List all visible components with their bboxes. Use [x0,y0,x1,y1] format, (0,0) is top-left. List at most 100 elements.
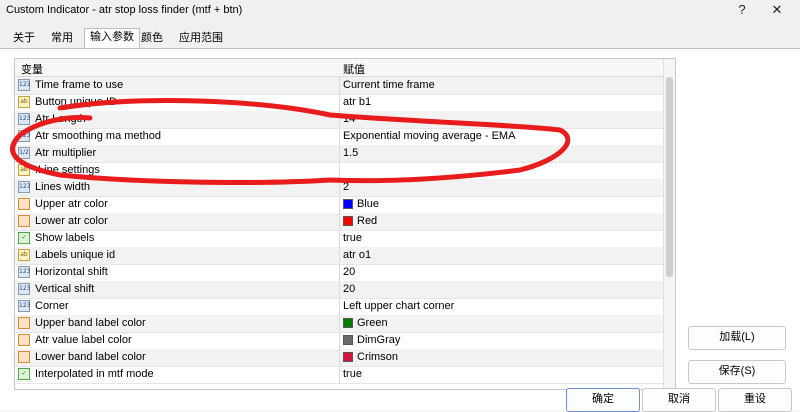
variable-cell: 123 Atr smoothing ma method [15,128,340,145]
value-text: atr b1 [343,96,372,108]
table-row[interactable]: 123 Atr Length 14 [15,111,663,129]
value-cell[interactable]: Green [340,315,663,332]
table-row[interactable]: Lower band label color Crimson [15,349,663,367]
variable-cell: ab Button unique ID [15,94,340,111]
vertical-scrollbar[interactable] [663,59,675,389]
variable-name: Atr multiplier [35,147,97,159]
variable-name: Show labels [35,232,95,244]
table-row[interactable]: 123 Time frame to use Current time frame [15,77,663,95]
value-cell[interactable]: true [340,366,663,383]
table-row[interactable]: Atr value label color DimGray [15,332,663,350]
value-text: 20 [343,283,356,295]
tab-colors[interactable]: 颜色 [136,30,168,47]
number-type-icon: 123 [18,130,30,142]
table-row[interactable]: 1/2 Atr multiplier 1.5 [15,145,663,163]
value-text: Current time frame [343,79,435,91]
bool-type-icon: ✓ [18,232,30,244]
variable-name: Atr value label color [35,334,132,346]
color-swatch [343,199,353,209]
variable-name: Corner [35,300,69,312]
column-header-value: 赋值 [343,64,365,76]
tab-about[interactable]: 关于 [8,30,40,47]
variable-name: Atr smoothing ma method [35,130,161,142]
value-cell[interactable]: Red [340,213,663,230]
load-button[interactable]: 加载(L) [688,326,786,350]
value-text: Red [357,215,378,227]
value-cell[interactable]: atr b1 [340,94,663,111]
color-swatch [343,216,353,226]
value-text: atr o1 [343,249,372,261]
grid-header: 变量 赋值 [15,59,663,77]
color-type-icon [18,215,30,227]
value-cell[interactable]: 1.5 [340,145,663,162]
value-text: 14 [343,113,356,125]
variable-name: Atr Length [35,113,86,125]
value-cell[interactable]: 14 [340,111,663,128]
title-bar: Custom Indicator - atr stop loss finder … [0,0,800,22]
value-cell[interactable]: Left upper chart corner [340,298,663,315]
table-row[interactable]: Lower atr color Red [15,213,663,231]
close-icon[interactable]: ✕ [754,0,800,22]
table-row[interactable]: ab .Line settings [15,162,663,180]
color-swatch [343,352,353,362]
value-cell[interactable]: 20 [340,281,663,298]
variable-cell: ✓ Interpolated in mtf mode [15,366,340,383]
variable-name: Time frame to use [35,79,124,91]
table-row[interactable]: Upper band label color Green [15,315,663,333]
value-cell[interactable]: atr o1 [340,247,663,264]
variable-name: Upper band label color [35,317,146,329]
table-row[interactable]: 123 Lines width 2 [15,179,663,197]
variable-cell: ab .Line settings [15,162,340,179]
value-cell[interactable]: true [340,230,663,247]
value-cell[interactable]: Exponential moving average - EMA [340,128,663,145]
value-text: true [343,232,362,244]
scrollbar-thumb[interactable] [666,77,673,277]
save-button[interactable]: 保存(S) [688,360,786,384]
variable-name: Lower atr color [35,215,108,227]
value-cell[interactable] [340,162,663,179]
variable-name: Vertical shift [35,283,95,295]
parameters-grid: 变量 赋值 123 Time frame to use Current time f… [14,58,676,390]
number-type-icon: 123 [18,79,30,91]
value-text: Exponential moving average - EMA [343,130,516,142]
number-type-icon: 123 [18,113,30,125]
table-row[interactable]: 123 Atr smoothing ma method Exponential mo… [15,128,663,146]
value-cell[interactable]: 20 [340,264,663,281]
value-text: DimGray [357,334,401,346]
column-header-variable: 变量 [21,64,43,76]
table-row[interactable]: ab Labels unique id atr o1 [15,247,663,265]
value-cell[interactable]: 2 [340,179,663,196]
reset-button[interactable]: 重设 [718,388,792,412]
table-row[interactable]: Upper atr color Blue [15,196,663,214]
variable-cell: 123 Horizontal shift [15,264,340,281]
tab-visualization[interactable]: 应用范围 [174,30,228,47]
value-cell[interactable]: Crimson [340,349,663,366]
tab-common[interactable]: 常用 [46,30,78,47]
value-cell[interactable]: Blue [340,196,663,213]
window-title: Custom Indicator - atr stop loss finder … [6,4,243,16]
table-row[interactable]: ✓ Interpolated in mtf mode true [15,366,663,384]
table-row[interactable]: 123 Horizontal shift 20 [15,264,663,282]
variable-cell: Upper atr color [15,196,340,213]
value-cell[interactable]: Current time frame [340,77,663,94]
ok-button[interactable]: 确定 [566,388,640,412]
variable-name: Interpolated in mtf mode [35,368,154,380]
variable-cell: Lower atr color [15,213,340,230]
variable-cell: 123 Time frame to use [15,77,340,94]
cancel-button[interactable]: 取消 [642,388,716,412]
tab-inputs[interactable]: 输入参数 [84,28,140,49]
number-type-icon: 123 [18,181,30,193]
variable-cell: Lower band label color [15,349,340,366]
table-row[interactable]: 123 Corner Left upper chart corner [15,298,663,316]
bool-type-icon: ✓ [18,368,30,380]
variable-cell: Upper band label color [15,315,340,332]
table-row[interactable]: ✓ Show labels true [15,230,663,248]
string-type-icon: ab [18,249,30,261]
table-row[interactable]: ab Button unique ID atr b1 [15,94,663,112]
number-type-icon: 123 [18,266,30,278]
table-row[interactable]: 123 Vertical shift 20 [15,281,663,299]
value-cell[interactable]: DimGray [340,332,663,349]
color-type-icon [18,317,30,329]
variable-cell: Atr value label color [15,332,340,349]
number-type-icon: 123 [18,283,30,295]
